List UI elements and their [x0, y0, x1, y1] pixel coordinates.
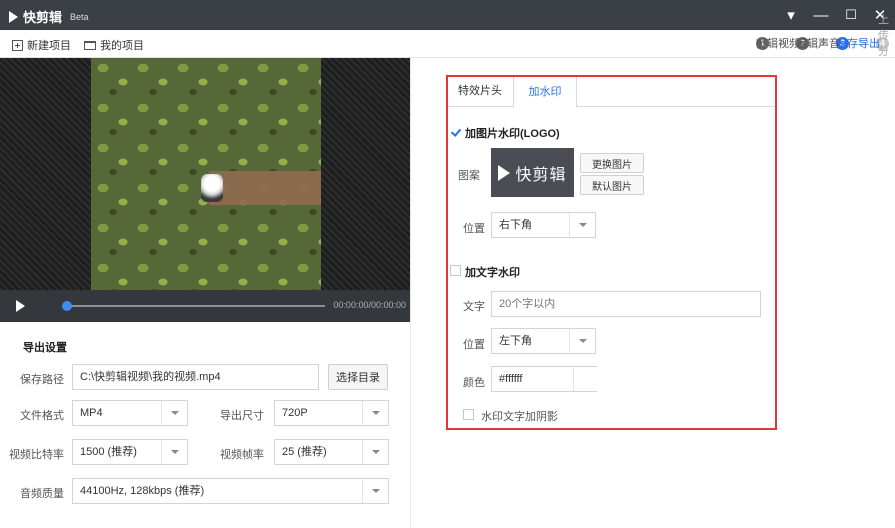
step-edit-audio[interactable]: 2 编辑声音	[795, 36, 840, 50]
minimize-button[interactable]: —	[807, 0, 835, 30]
fps-select[interactable]: 25 (推荐)	[274, 439, 389, 465]
folder-icon	[84, 40, 96, 50]
tab-bar: 特效片头 加水印	[447, 75, 776, 108]
watermark-text-input[interactable]	[491, 291, 761, 317]
color-swatch[interactable]	[573, 367, 597, 391]
workflow-steps: 1 剪辑视频 > 2 编辑声音 > 3 保存导出 > 4 上传分享	[755, 14, 889, 74]
chevron-down-icon	[569, 213, 595, 237]
bitrate-value: 1500 (推荐)	[80, 446, 137, 458]
image-position-select[interactable]: 右下角	[491, 212, 596, 238]
audio-quality-value: 44100Hz, 128kbps (推荐)	[80, 485, 205, 497]
size-label: 导出尺寸	[220, 410, 264, 422]
chevron-down-icon	[362, 401, 388, 425]
logo-preview: 快剪辑	[491, 148, 574, 197]
player-controls: 00:00:00/00:00:00	[0, 290, 410, 322]
maximize-button[interactable]: ☐	[837, 0, 865, 30]
chevron-down-icon	[161, 440, 187, 464]
fps-value: 25 (推荐)	[282, 446, 327, 458]
bitrate-select[interactable]: 1500 (推荐)	[72, 439, 188, 465]
step-edit-video[interactable]: 1 剪辑视频	[755, 36, 800, 50]
shadow-label: 水印文字加阴影	[481, 411, 558, 423]
step-label: 剪辑视频	[755, 38, 800, 50]
text-position-select[interactable]: 左下角	[491, 328, 596, 354]
play-icon[interactable]	[16, 300, 25, 312]
new-project-button[interactable]: 新建项目	[12, 37, 71, 53]
chevron-down-icon	[161, 401, 187, 425]
pattern-label: 图案	[458, 170, 480, 182]
format-label: 文件格式	[20, 410, 64, 422]
color-label: 颜色	[463, 377, 485, 389]
step-label: 编辑声音	[795, 38, 840, 50]
format-select[interactable]: MP4	[72, 400, 188, 426]
default-image-button[interactable]: 默认图片	[580, 175, 644, 195]
chevron-down-icon	[362, 440, 388, 464]
menu-dropdown-icon[interactable]: ▾	[777, 0, 805, 30]
title-bar: 快剪辑 Beta ▾ — ☐ ✕	[0, 0, 895, 30]
logo-text: 快剪辑	[515, 166, 567, 184]
size-value: 720P	[282, 407, 308, 419]
time-display: 00:00:00/00:00:00	[333, 300, 406, 310]
shadow-checkbox[interactable]	[463, 409, 474, 420]
my-projects-button[interactable]: 我的项目	[84, 37, 144, 53]
size-select[interactable]: 720P	[274, 400, 389, 426]
text-watermark-checkbox[interactable]	[450, 265, 461, 276]
text-position-label: 位置	[463, 339, 485, 351]
color-value: #ffffff	[499, 373, 523, 385]
my-projects-label: 我的项目	[100, 40, 144, 52]
step-label: 保存导出	[835, 38, 880, 50]
tab-add-watermark[interactable]: 加水印	[513, 75, 577, 108]
replace-image-button[interactable]: 更换图片	[580, 153, 644, 173]
step-upload-share: 4 上传分享	[876, 14, 889, 74]
play-logo-icon	[498, 164, 511, 181]
save-path-input[interactable]: C:\快剪辑视频\我的视频.mp4	[72, 364, 319, 390]
image-position-label: 位置	[463, 223, 485, 235]
video-frame	[91, 58, 321, 290]
seek-bar[interactable]	[65, 305, 325, 307]
image-position-value: 右下角	[499, 219, 532, 231]
export-settings: 导出设置 保存路径 C:\快剪辑视频\我的视频.mp4 选择目录 文件格式 MP…	[0, 322, 410, 528]
seek-handle[interactable]	[62, 301, 72, 311]
app-logo: 快剪辑 Beta	[9, 7, 89, 26]
new-project-label: 新建项目	[27, 40, 71, 52]
image-watermark-label: 加图片水印(LOGO)	[465, 128, 560, 140]
text-position-value: 左下角	[499, 335, 532, 347]
choose-directory-button[interactable]: 选择目录	[328, 364, 388, 390]
text-label: 文字	[463, 301, 485, 313]
bitrate-label: 视频比特率	[9, 449, 64, 461]
app-name: 快剪辑	[23, 10, 63, 25]
audio-quality-label: 音频质量	[20, 488, 64, 500]
menu-bar: 新建项目 我的项目 1 剪辑视频 > 2 编辑声音 > 3 保存导出 > 4 上…	[0, 14, 895, 74]
beta-badge: Beta	[70, 11, 89, 22]
play-logo-icon	[9, 10, 18, 23]
fps-label: 视频帧率	[220, 449, 264, 461]
step-save-export[interactable]: 3 保存导出	[835, 36, 880, 50]
text-watermark-label: 加文字水印	[465, 267, 520, 279]
plus-box-icon	[12, 39, 23, 51]
save-path-label: 保存路径	[20, 374, 64, 386]
format-value: MP4	[80, 407, 103, 419]
chevron-down-icon	[569, 329, 595, 353]
image-watermark-checkbox[interactable]	[450, 126, 461, 137]
tab-intro-effects[interactable]: 特效片头	[447, 75, 513, 107]
section-title: 导出设置	[23, 342, 67, 354]
chevron-down-icon	[362, 479, 388, 503]
video-preview	[0, 58, 410, 290]
audio-quality-select[interactable]: 44100Hz, 128kbps (推荐)	[72, 478, 389, 504]
